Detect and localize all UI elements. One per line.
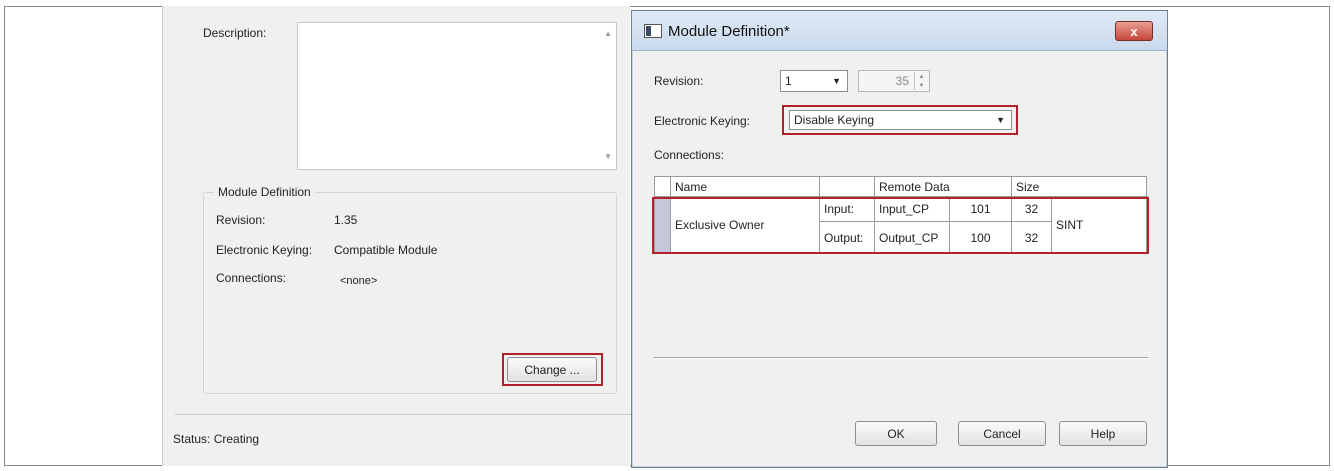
- scroll-up-icon[interactable]: ▲: [604, 29, 612, 38]
- revision-minor-value: 35: [895, 74, 909, 88]
- connection-row-highlight: [652, 197, 1149, 254]
- cancel-button[interactable]: Cancel: [958, 421, 1046, 446]
- close-icon: x: [1130, 23, 1138, 39]
- header-direction: [820, 177, 875, 197]
- dialog-connections-label: Connections:: [654, 148, 725, 162]
- ok-button[interactable]: OK: [855, 421, 937, 446]
- revision-minor-spinner[interactable]: 35 ▲ ▼: [858, 70, 930, 92]
- help-button[interactable]: Help: [1059, 421, 1147, 446]
- revision-major-value: 1: [785, 74, 792, 88]
- connections-value: <none>: [340, 275, 378, 287]
- revision-label: Revision:: [216, 213, 266, 227]
- electronic-keying-label: Electronic Keying:: [216, 243, 313, 257]
- header-name: Name: [671, 177, 820, 197]
- change-button-highlight: [502, 353, 603, 386]
- window-icon: [644, 24, 662, 38]
- header-remote-data: Remote Data: [875, 177, 1012, 197]
- chevron-down-icon: ▼: [832, 76, 841, 86]
- dialog-separator: [654, 357, 1148, 358]
- description-textarea[interactable]: ▲ ▼: [297, 22, 617, 170]
- electronic-keying-value: Compatible Module: [334, 243, 438, 257]
- keying-highlight: [782, 105, 1018, 135]
- connections-label: Connections:: [216, 271, 287, 285]
- scroll-down-icon[interactable]: ▼: [604, 152, 612, 161]
- status-separator: [175, 414, 635, 415]
- header-corner: [655, 177, 671, 197]
- revision-value: 1.35: [334, 213, 358, 227]
- revision-major-select[interactable]: 1 ▼: [780, 70, 848, 92]
- dialog-titlebar[interactable]: Module Definition* x: [632, 11, 1167, 51]
- close-button[interactable]: x: [1115, 21, 1153, 41]
- dialog-keying-label: Electronic Keying:: [654, 114, 751, 128]
- module-definition-group-title: Module Definition: [214, 185, 315, 199]
- spinner-arrows-icon[interactable]: ▲ ▼: [914, 72, 928, 90]
- dialog-revision-label: Revision:: [654, 74, 704, 88]
- status-text: Status: Creating: [173, 432, 260, 446]
- description-label: Description:: [203, 26, 267, 40]
- module-definition-dialog: Module Definition* x Revision: 1 ▼ 35 ▲ ▼…: [631, 10, 1168, 468]
- dialog-title: Module Definition*: [668, 23, 790, 40]
- module-properties-window: Description: ▲ ▼ Module Definition Revis…: [162, 6, 635, 466]
- header-size: Size: [1012, 177, 1148, 197]
